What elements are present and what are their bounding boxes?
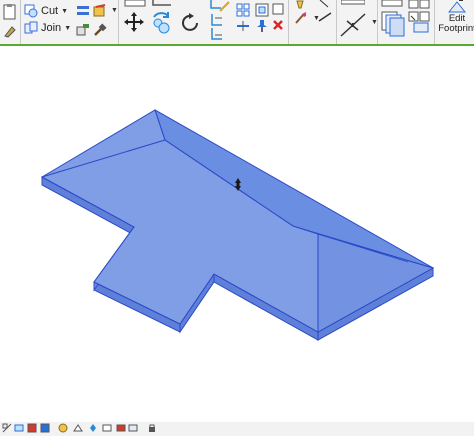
measure-line-icon[interactable] bbox=[341, 0, 365, 6]
hide-icon[interactable] bbox=[318, 0, 330, 8]
paint-brush-icon[interactable] bbox=[294, 11, 308, 25]
crop-view-icon[interactable] bbox=[89, 423, 97, 433]
lock-icon[interactable] bbox=[148, 423, 156, 433]
sun-path-icon[interactable] bbox=[40, 423, 50, 433]
match-properties-icon[interactable] bbox=[3, 24, 17, 38]
group-separator bbox=[377, 0, 378, 44]
render-icon[interactable] bbox=[73, 423, 83, 433]
demolish-icon[interactable] bbox=[93, 23, 107, 37]
group-separator bbox=[336, 0, 337, 44]
array-icon[interactable] bbox=[236, 3, 250, 17]
show-crop-icon[interactable] bbox=[102, 423, 112, 433]
override-graphics-icon[interactable] bbox=[293, 0, 307, 10]
offset-icon[interactable] bbox=[152, 0, 172, 8]
split-element-icon[interactable] bbox=[236, 19, 250, 33]
join-button[interactable]: Join ▼ bbox=[24, 21, 71, 35]
paste-icon[interactable] bbox=[3, 4, 17, 20]
group-separator bbox=[20, 0, 21, 44]
split-face-icon[interactable] bbox=[93, 4, 107, 18]
join-geometry-icon bbox=[24, 21, 38, 34]
move-icon[interactable] bbox=[123, 11, 145, 33]
create-parts-icon[interactable] bbox=[380, 10, 406, 38]
chevron-down-icon[interactable]: ▼ bbox=[111, 7, 118, 14]
scale-icon[interactable] bbox=[255, 3, 269, 17]
roof-element[interactable] bbox=[40, 109, 435, 341]
roof-view bbox=[40, 109, 435, 341]
linework-icon[interactable] bbox=[318, 12, 332, 22]
shadows-icon[interactable] bbox=[58, 423, 68, 433]
paint-icon[interactable] bbox=[76, 23, 90, 37]
cut-button[interactable]: Cut ▼ bbox=[24, 4, 68, 18]
cut-label: Cut bbox=[41, 5, 59, 17]
group-separator bbox=[434, 0, 435, 44]
create-similar-icon[interactable] bbox=[381, 0, 403, 8]
align-icon[interactable] bbox=[124, 0, 146, 8]
rotate-icon[interactable] bbox=[181, 13, 201, 33]
copy-icon[interactable] bbox=[151, 11, 173, 35]
trim-multiple-icon[interactable] bbox=[209, 13, 223, 27]
temporary-hide-icon[interactable] bbox=[116, 423, 126, 433]
delete-icon[interactable] bbox=[272, 19, 284, 31]
chevron-down-icon[interactable]: ▼ bbox=[64, 25, 71, 32]
detail-level-icon[interactable] bbox=[14, 423, 24, 433]
chevron-down-icon[interactable]: ▼ bbox=[61, 8, 68, 15]
pin-icon[interactable] bbox=[255, 19, 269, 33]
drawing-area[interactable] bbox=[0, 46, 474, 422]
mirror-axis-icon[interactable] bbox=[219, 0, 231, 12]
ribbon-toolbar: Cut ▼ Join ▼ ▼ ▼ ▼ Edit Footprint bbox=[0, 0, 474, 46]
trim-single-icon[interactable] bbox=[209, 27, 223, 41]
join-label: Join bbox=[41, 22, 62, 34]
edit-footprint-button[interactable]: Edit Footprint bbox=[437, 0, 474, 44]
measure-icon[interactable] bbox=[339, 12, 367, 38]
edit-footprint-label-line2: Footprint bbox=[438, 23, 474, 34]
view-control-bar bbox=[0, 422, 474, 436]
scale-icon[interactable] bbox=[2, 423, 12, 433]
create-group-icon[interactable] bbox=[408, 11, 430, 33]
move-to-group-icon[interactable] bbox=[408, 0, 430, 10]
cut-geometry-icon bbox=[24, 4, 38, 18]
unpin-icon[interactable] bbox=[272, 3, 284, 15]
group-separator bbox=[118, 0, 119, 44]
visual-style-icon[interactable] bbox=[27, 423, 37, 433]
group-separator bbox=[288, 0, 289, 44]
edit-footprint-icon bbox=[447, 0, 467, 13]
wall-joins-icon[interactable] bbox=[76, 4, 90, 18]
reveal-hidden-icon[interactable] bbox=[128, 423, 138, 433]
